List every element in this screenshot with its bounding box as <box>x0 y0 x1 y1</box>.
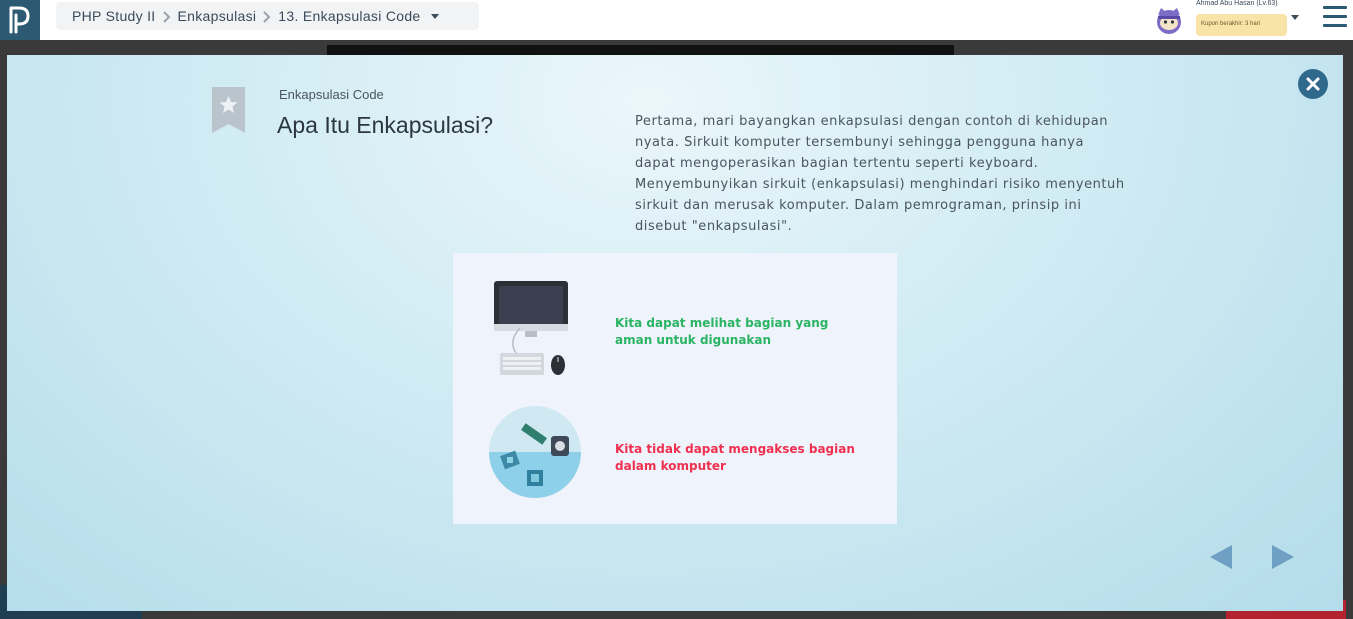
top-bar: PHP Study II Enkapsulasi 13. Enkapsulasi… <box>0 0 1353 40</box>
slide-title: Apa Itu Enkapsulasi? <box>277 112 494 138</box>
bookmark-star-icon <box>212 87 245 133</box>
breadcrumb-course[interactable]: PHP Study II <box>72 8 156 24</box>
chevron-down-icon[interactable] <box>430 13 439 19</box>
progate-logo-icon[interactable] <box>0 0 40 40</box>
chevron-down-icon[interactable] <box>1291 15 1299 20</box>
caption-visible-parts: Kita dapat melihat bagian yang aman untu… <box>615 316 829 347</box>
slide-modal: Enkapsulasi Code Apa Itu Enkapsulasi? Pe… <box>7 55 1343 611</box>
caption-hidden-parts: Kita tidak dapat mengakses bagian dalam … <box>615 442 855 473</box>
coupon-badge: Kupon berakhir: 3 hari <box>1196 14 1287 36</box>
breadcrumb: PHP Study II Enkapsulasi 13. Enkapsulasi… <box>56 2 479 30</box>
slide-subtitle: Enkapsulasi Code <box>279 87 384 102</box>
arrow-right-icon[interactable] <box>1272 545 1294 569</box>
user-name[interactable]: Ahmad Abu Hasan (Lv.63) <box>1196 0 1278 7</box>
circuit-board-icon <box>489 406 581 498</box>
ninja-cat-avatar-icon[interactable] <box>1154 5 1184 35</box>
chevron-right-icon <box>156 8 178 24</box>
close-icon[interactable] <box>1298 69 1328 99</box>
chevron-right-icon <box>256 8 278 24</box>
encapsulation-illustration: Kita dapat melihat bagian yang aman untu… <box>453 253 897 524</box>
computer-icon <box>494 281 568 375</box>
slide-description: Pertama, mari bayangkan enkapsulasi deng… <box>635 114 1125 234</box>
hamburger-icon[interactable] <box>1323 6 1347 27</box>
breadcrumb-chapter[interactable]: Enkapsulasi <box>178 8 257 24</box>
breadcrumb-lesson[interactable]: 13. Enkapsulasi Code <box>278 8 420 24</box>
arrow-left-icon[interactable] <box>1210 545 1232 569</box>
